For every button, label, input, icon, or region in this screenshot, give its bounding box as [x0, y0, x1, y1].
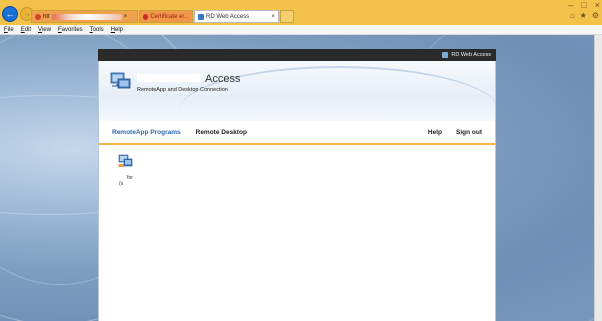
menu-help[interactable]: Help — [111, 27, 123, 33]
title-text: Access — [205, 73, 241, 85]
warning-icon — [143, 13, 149, 20]
tab-close-icon[interactable]: × — [124, 14, 128, 20]
tab-remoteapp-programs[interactable]: RemoteApp Programs — [112, 129, 181, 136]
tab-close-icon[interactable]: × — [271, 14, 275, 20]
maximize-button[interactable]: □ — [581, 0, 586, 10]
tab-rd-web-access[interactable]: RD Web Access × — [194, 10, 279, 23]
star-icon[interactable]: ★ — [580, 11, 587, 20]
tab-label: htt — [43, 13, 50, 20]
redacted-url — [51, 13, 122, 20]
browser-titlebar: ← → htt × Certificate er... RD Web Acces… — [0, 0, 602, 25]
tab-label: Certificate er... — [150, 13, 189, 20]
close-button[interactable]: × — [595, 0, 600, 10]
vertical-scrollbar[interactable] — [594, 35, 602, 321]
remoteapp-logo-icon — [110, 72, 131, 89]
menu-favorites[interactable]: Favorites — [58, 27, 83, 33]
minimize-button[interactable]: – — [568, 0, 573, 10]
menu-view[interactable]: View — [38, 27, 51, 33]
tab-remote-desktop[interactable]: Remote Desktop — [196, 129, 247, 136]
back-button[interactable]: ← — [2, 6, 18, 22]
help-link[interactable]: Help — [428, 129, 442, 136]
app-label: ’for — [126, 175, 133, 181]
toolbar-icons: ⌂ ★ ⚙ — [570, 11, 599, 20]
rdweb-panel: Access RemoteApp and Desktop Connection … — [98, 61, 496, 321]
nav-right-links: Help Sign out — [428, 121, 482, 143]
new-tab-button[interactable] — [280, 10, 294, 23]
gear-icon[interactable]: ⚙ — [592, 11, 599, 20]
rd-icon — [442, 52, 449, 58]
arrow-left-icon: ← — [5, 9, 15, 19]
menu-edit[interactable]: Edit — [21, 27, 31, 33]
signout-link[interactable]: Sign out — [456, 129, 482, 136]
window-controls: – □ × — [568, 0, 600, 10]
tab-first[interactable]: htt × — [31, 10, 138, 23]
app-label: (s — [119, 181, 124, 187]
menu-file[interactable]: File — [4, 27, 14, 33]
menu-bar: File Edit View Favorites Tools Help — [0, 25, 602, 35]
page-title: Access — [137, 73, 240, 85]
rd-icon — [198, 13, 204, 20]
remote-app-icon — [118, 154, 133, 167]
page-subtitle: RemoteApp and Desktop Connection — [137, 87, 228, 93]
tab-certificate-error[interactable]: Certificate er... — [139, 10, 193, 23]
tab-label: RD Web Access — [206, 13, 250, 20]
rdweb-top-label: RD Web Access — [451, 52, 491, 58]
home-icon[interactable]: ⌂ — [570, 11, 575, 20]
rdweb-topbar: RD Web Access — [98, 49, 496, 61]
page-icon — [35, 13, 41, 20]
menu-tools[interactable]: Tools — [90, 27, 104, 33]
arrow-right-icon: → — [23, 10, 31, 18]
rdweb-nav: RemoteApp Programs Remote Desktop Help S… — [99, 121, 495, 145]
rdweb-header: Access RemoteApp and Desktop Connection — [99, 61, 495, 121]
programs-area: ’for (s — [99, 145, 495, 320]
redacted-title — [137, 74, 201, 82]
